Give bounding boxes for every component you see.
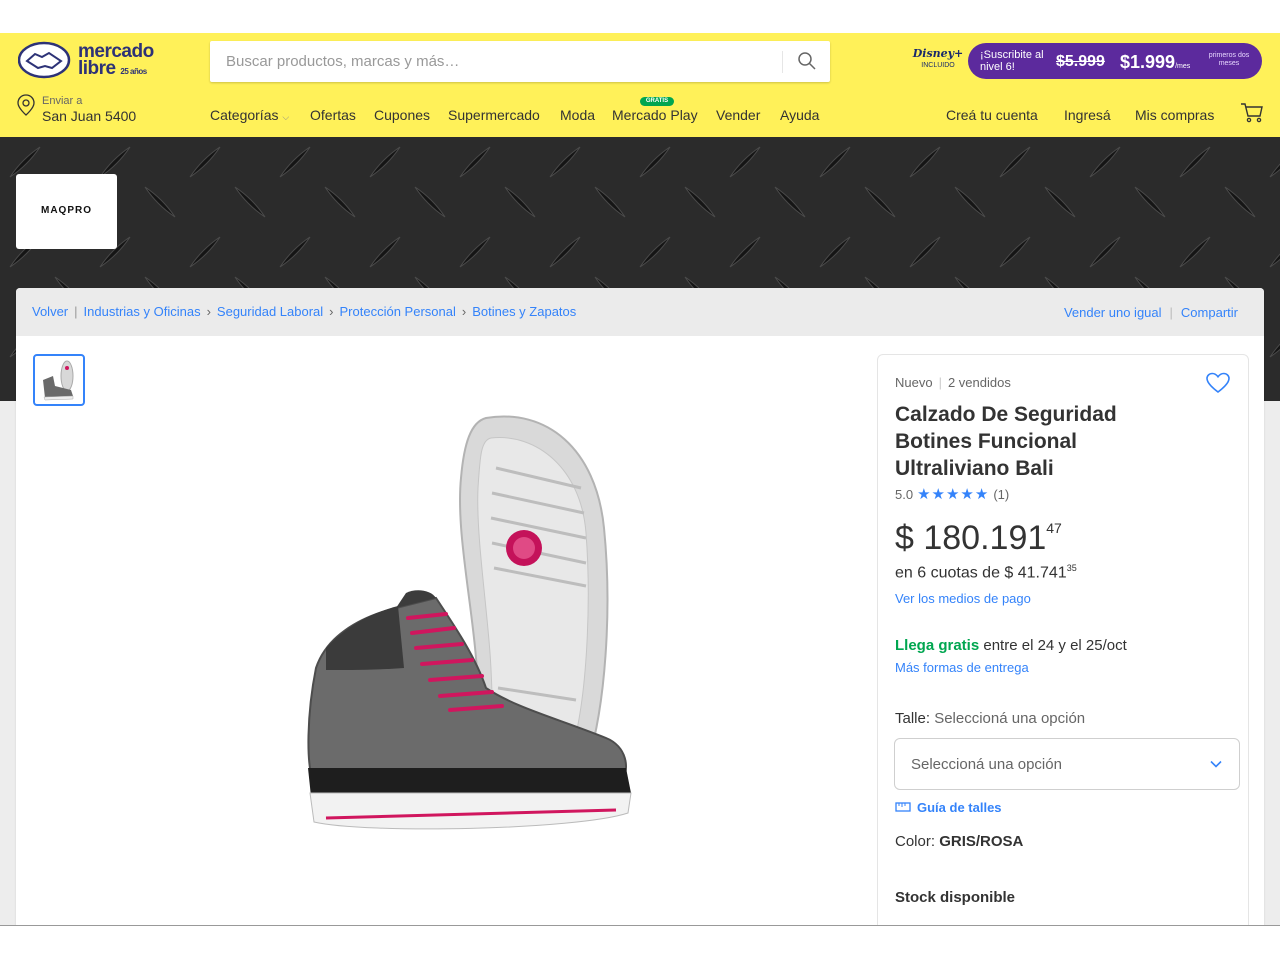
price-amount: $ 180.191 [895,519,1047,557]
size-guide-link[interactable]: Guía de talles [895,800,1002,818]
logo-word-2: libre [78,58,116,79]
chevron-right-icon: › [329,304,334,319]
star-rating-icon: ★★★★★ [917,486,990,503]
color-value: GRIS/ROSA [939,833,1024,850]
shipping-info: Llega gratis entre el 24 y el 25/oct [895,637,1127,654]
payment-methods-link[interactable]: Ver los medios de pago [895,591,1031,606]
product-main-image[interactable] [286,408,636,848]
breadcrumb: Volver | Industrias y Oficinas › Seguridad L… [32,304,577,319]
location-pin-icon [17,94,35,116]
promo-new-price: $1.999/mes [1120,52,1191,72]
gallery-thumbnail[interactable] [33,354,85,406]
breadcrumb-item[interactable]: Botines y Zapatos [472,304,576,319]
create-account-link[interactable]: Creá tu cuenta [946,107,1038,123]
nav-ayuda[interactable]: Ayuda [780,107,819,123]
search-button[interactable] [790,47,824,77]
condition-line: Nuevo | 2 vendidos [895,375,1011,390]
rating-value: 5.0 [895,487,914,502]
breadcrumb-item[interactable]: Protección Personal [340,304,456,319]
installments-cents: 35 [1066,563,1077,573]
stock-status: Stock disponible [895,889,1016,906]
condition-label: Nuevo [895,375,933,390]
free-badge: GRATIS [640,97,674,106]
search-bar [210,41,830,82]
search-input[interactable] [210,41,780,82]
delivery-options-link[interactable]: Más formas de entrega [895,660,1029,675]
share-link[interactable]: Compartir [1181,305,1238,320]
disney-plus-logo: Disney+ INCLUIDO [912,47,964,69]
breadcrumb-actions: Vender uno igual | Compartir [1063,305,1238,320]
chevron-right-icon: › [206,304,211,319]
promo-headline: ¡Suscribite al nivel 6! [980,49,1044,73]
price: $ 180.19147 [895,519,1062,558]
breadcrumb-bar: Volver | Industrias y Oficinas › Seguridad L… [16,288,1264,336]
cart-icon[interactable] [1240,102,1264,124]
nav-mercado-play[interactable]: Mercado Play [612,107,698,123]
color-info: Color: GRIS/ROSA [895,833,1023,850]
store-brand-name: MAQPRO [41,205,92,216]
size-label: Talle: Seleccioná una opción [895,710,1086,727]
product-title: Calzado De Seguridad Botines Funcional U… [895,403,1117,480]
nav-vender[interactable]: Vender [716,107,760,123]
search-icon [798,51,816,70]
location-value: San Juan 5400 [42,108,137,124]
shipping-location[interactable]: Enviar a San Juan 5400 [16,93,176,127]
store-logo[interactable]: MAQPRO [16,174,117,249]
installments-text: en 6 cuotas de $ 41.741 [895,564,1067,582]
nav-supermercado[interactable]: Supermercado [448,107,540,123]
color-label: Color: [895,833,936,850]
nav-cupones[interactable]: Cupones [374,107,430,123]
promo-old-price: $5.999 [1056,53,1105,70]
mercadolibre-logo[interactable]: mercado libre 25 años [17,41,163,81]
search-divider [782,51,783,73]
shipping-dates: entre el 24 y el 25/oct [979,637,1127,654]
chevron-down-icon [1210,760,1222,768]
free-shipping-label: Llega gratis [895,637,980,654]
heart-icon[interactable] [1206,372,1230,394]
ruler-icon [895,802,911,812]
breadcrumb-item[interactable]: Industrias y Oficinas [84,304,201,319]
size-guide-label: Guía de talles [917,800,1002,815]
price-cents: 47 [1046,520,1062,536]
site-header: mercado libre 25 años Disney+ INCLUIDO ¡… [0,33,1280,137]
location-label: Enviar a [42,95,83,107]
nav-ofertas[interactable]: Ofertas [310,107,356,123]
promo-pill: ¡Suscribite al nivel 6! $5.999 $1.999/me… [968,43,1262,79]
size-select[interactable]: Seleccioná una opción [894,738,1240,790]
handshake-icon [17,41,71,79]
nav-moda[interactable]: Moda [560,107,595,123]
buy-box: Nuevo | 2 vendidos Calzado De Seguridad Bo… [877,354,1249,925]
chevron-right-icon: › [461,304,467,319]
sell-similar-link[interactable]: Vender uno igual [1064,305,1162,320]
my-purchases-link[interactable]: Mis compras [1135,107,1214,123]
rating-count: (1) [993,487,1010,502]
breadcrumb-item[interactable]: Seguridad Laboral [217,304,323,319]
disney-promo-banner[interactable]: Disney+ INCLUIDO ¡Suscribite al nivel 6!… [912,43,1264,79]
product-card: Volver | Industrias y Oficinas › Seguridad L… [16,288,1264,925]
chevron-down-icon: ⌵ [282,112,290,122]
sold-count: 2 vendidos [947,375,1011,390]
promo-note: primeros dos meses [1208,52,1250,67]
installments: en 6 cuotas de $ 41.74135 [895,563,1077,582]
nav-categorias[interactable]: Categorías ⌵ [210,107,289,123]
size-select-value: Seleccioná una opción [911,756,1062,773]
rating-summary[interactable]: 5.0 ★★★★★ (1) [895,485,1009,503]
shoe-thumbnail-image [43,360,74,401]
login-link[interactable]: Ingresá [1064,107,1111,123]
back-link[interactable]: Volver [32,304,68,319]
browser-viewport: mercado libre 25 años Disney+ INCLUIDO ¡… [0,33,1280,926]
logo-years: 25 años [120,67,147,76]
